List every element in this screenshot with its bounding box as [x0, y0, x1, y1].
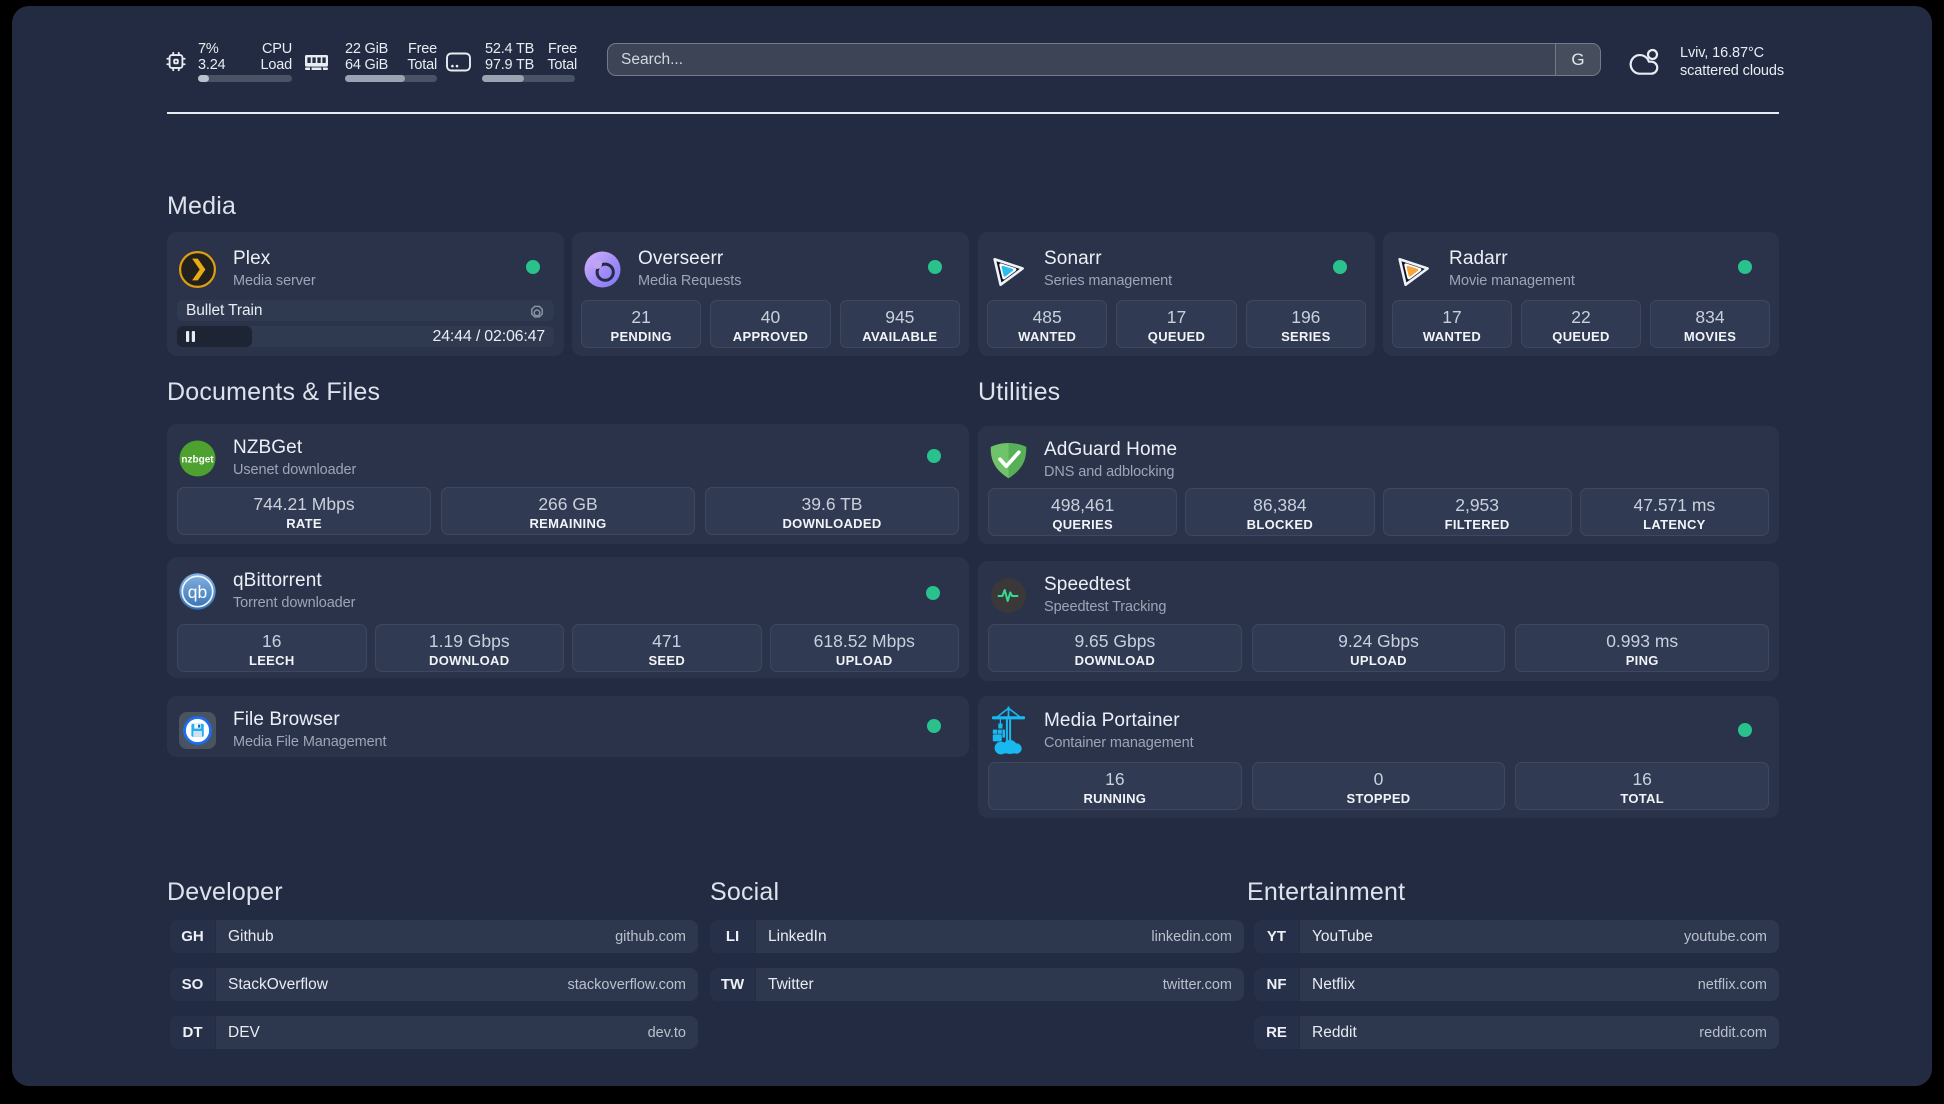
svg-text:nzbget: nzbget — [181, 454, 214, 465]
svg-text:qb: qb — [188, 581, 207, 601]
